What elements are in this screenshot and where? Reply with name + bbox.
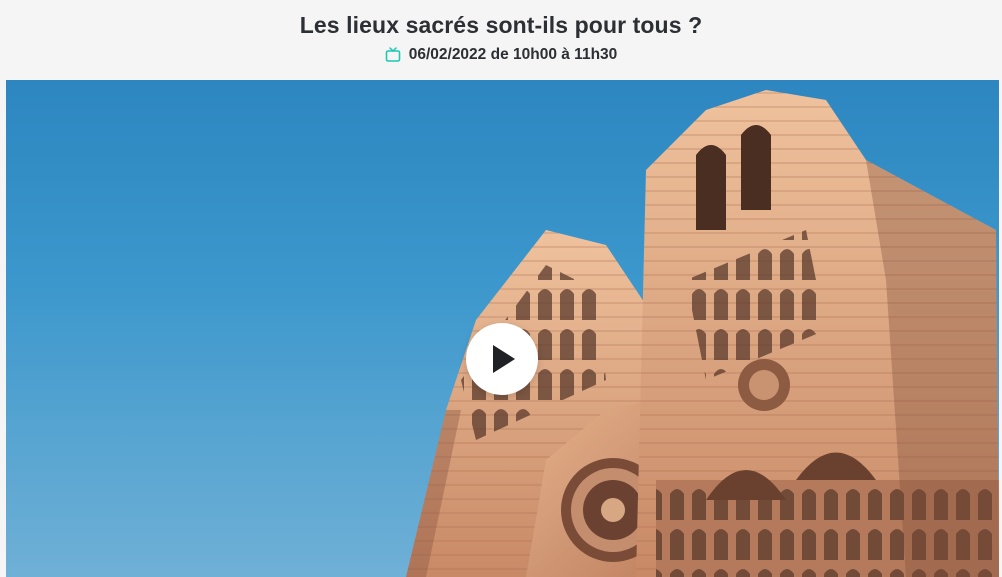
play-button[interactable] — [466, 323, 538, 395]
play-icon — [487, 342, 517, 376]
broadcast-info: 06/02/2022 de 10h00 à 11h30 — [0, 45, 1002, 65]
video-player[interactable] — [6, 80, 999, 577]
broadcast-datetime: 06/02/2022 de 10h00 à 11h30 — [408, 46, 618, 63]
program-header: Les lieux sacrés sont-ils pour tous ? 06… — [0, 0, 1002, 80]
tv-icon — [385, 47, 401, 63]
program-title: Les lieux sacrés sont-ils pour tous ? — [299, 12, 703, 38]
